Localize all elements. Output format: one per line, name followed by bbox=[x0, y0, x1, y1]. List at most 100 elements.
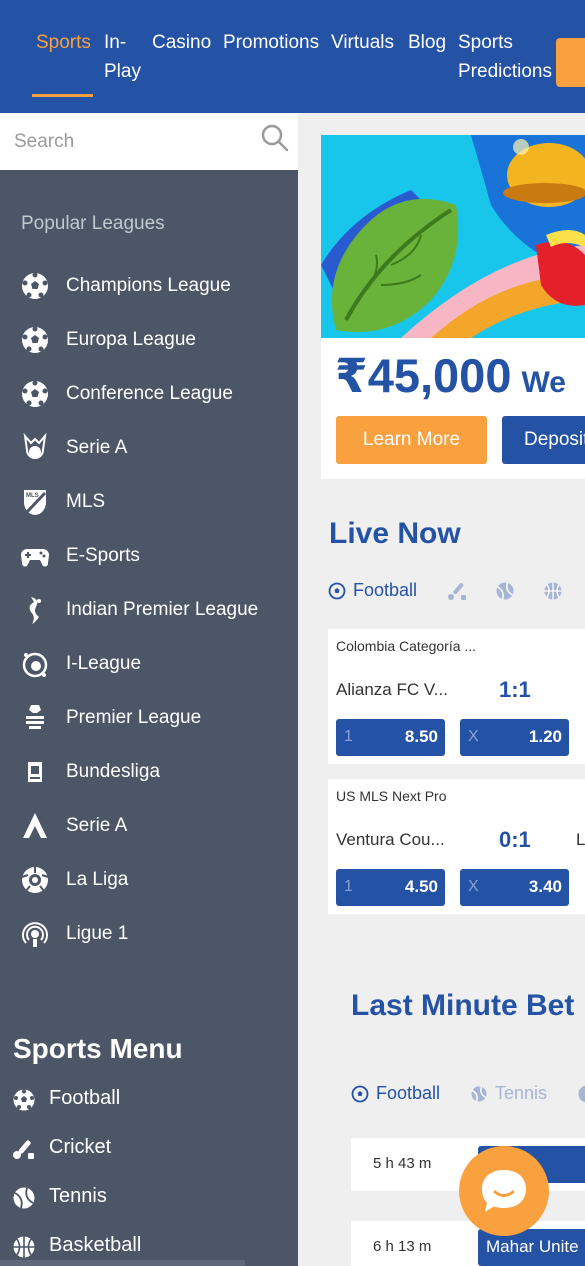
learn-more-button[interactable]: Learn More bbox=[336, 416, 487, 464]
sidebar-item-label: E-Sports bbox=[66, 545, 140, 566]
sports-menu-label: Cricket bbox=[49, 1136, 112, 1158]
sports-menu-item-tennis[interactable]: Tennis bbox=[0, 1178, 298, 1218]
live-match-card[interactable]: Colombia Categoría ... Alianza FC V... 1… bbox=[328, 629, 585, 764]
odd-button-home[interactable]: 1 4.50 bbox=[336, 869, 445, 906]
match-score: 1:1 bbox=[499, 677, 531, 702]
nav-sports[interactable]: Sports bbox=[36, 28, 91, 58]
sidebar-item-label: Europa League bbox=[66, 329, 196, 350]
basketball-icon bbox=[13, 1236, 35, 1258]
nav-in-play[interactable]: In- bbox=[104, 28, 126, 58]
i-league-logo-icon bbox=[22, 652, 48, 678]
sidebar-item-europa-league[interactable]: Europa League bbox=[0, 318, 298, 362]
live-now-title: Live Now bbox=[329, 517, 461, 550]
tennis-icon bbox=[13, 1187, 35, 1209]
serie-a-logo-icon bbox=[23, 433, 47, 459]
nav-in-play-line2[interactable]: Play bbox=[104, 57, 141, 87]
gamepad-icon bbox=[21, 549, 49, 567]
sidebar-item-conference-league[interactable]: Conference League bbox=[0, 372, 298, 416]
soccer-ball-icon bbox=[22, 380, 48, 407]
nav-sports-predictions-line2[interactable]: Predictions bbox=[458, 57, 552, 87]
sidebar-item-indian-premier-league[interactable]: Indian Premier League bbox=[0, 588, 298, 632]
sidebar-item-la-liga[interactable]: La Liga bbox=[0, 858, 298, 902]
promo-amount: ₹45,000 We bbox=[335, 348, 566, 404]
football-icon bbox=[13, 1089, 35, 1111]
account-button[interactable] bbox=[556, 38, 585, 87]
soccer-ball-icon bbox=[22, 326, 48, 353]
tennis-icon bbox=[471, 1085, 487, 1102]
sidebar-item-bundesliga[interactable]: Bundesliga bbox=[0, 750, 298, 794]
premier-league-logo-icon bbox=[26, 705, 44, 729]
promo-card: ₹45,000 We Learn More Deposit bbox=[321, 135, 585, 479]
search-input[interactable] bbox=[14, 127, 254, 157]
tab-football[interactable]: Football bbox=[328, 580, 417, 601]
odd-key: X bbox=[468, 728, 479, 745]
match-team: Alianza FC V... bbox=[336, 680, 448, 699]
match-team-away: L bbox=[576, 830, 585, 849]
match-league: US MLS Next Pro bbox=[336, 788, 447, 804]
top-navigation-bar: Sports In- Play Casino Promotions Virtua… bbox=[0, 0, 585, 113]
sports-menu-heading: Sports Menu bbox=[13, 1033, 183, 1064]
promo-banner-image bbox=[321, 135, 585, 338]
sidebar-item-label: Ligue 1 bbox=[66, 923, 129, 944]
tab-label: Tennis bbox=[495, 1083, 548, 1103]
sidebar-item-serie-a[interactable]: Serie A bbox=[0, 426, 298, 470]
sports-menu-item-cricket[interactable]: Cricket bbox=[0, 1129, 298, 1169]
football-icon bbox=[351, 1085, 369, 1102]
odd-button-draw[interactable]: X 1.20 bbox=[460, 719, 569, 756]
sidebar-scrollbar[interactable] bbox=[0, 1260, 245, 1266]
tab-tennis[interactable]: Tennis bbox=[470, 1083, 547, 1104]
sidebar-item-label: I-League bbox=[66, 653, 142, 674]
basketball-icon[interactable] bbox=[577, 1084, 585, 1104]
sidebar-item-label: Champions League bbox=[66, 275, 231, 296]
tab-label: Football bbox=[353, 580, 418, 600]
football-icon bbox=[328, 582, 346, 599]
match-team: Ventura Cou... bbox=[336, 830, 445, 849]
ligue-1-logo-icon bbox=[22, 922, 48, 947]
basketball-icon[interactable] bbox=[543, 581, 563, 601]
sports-menu-label: Football bbox=[49, 1087, 121, 1109]
sidebar-item-e-sports[interactable]: E-Sports bbox=[0, 534, 298, 578]
match-score: 0:1 bbox=[499, 827, 531, 852]
bundesliga-logo-icon bbox=[28, 762, 42, 782]
search-icon[interactable] bbox=[261, 124, 289, 152]
nav-casino[interactable]: Casino bbox=[152, 28, 211, 58]
cricket-icon bbox=[13, 1140, 34, 1159]
sidebar-item-ligue-1[interactable]: Ligue 1 bbox=[0, 912, 298, 956]
odd-value: 8.50 bbox=[404, 727, 438, 746]
odd-button-draw[interactable]: X 3.40 bbox=[460, 869, 569, 906]
sidebar-item-label: Serie A bbox=[66, 437, 128, 458]
sports-menu-item-football[interactable]: Football bbox=[0, 1080, 298, 1120]
match-league: Colombia Categoría ... bbox=[336, 638, 477, 654]
deposit-button[interactable]: Deposit bbox=[502, 416, 585, 464]
tennis-icon[interactable] bbox=[495, 581, 515, 601]
ipl-logo-icon bbox=[29, 597, 41, 624]
svg-text:MLS: MLS bbox=[26, 493, 39, 499]
sports-menu-label: Tennis bbox=[49, 1185, 107, 1207]
cricket-icon[interactable] bbox=[447, 581, 467, 601]
sidebar-item-label: Premier League bbox=[66, 707, 202, 728]
sidebar-item-serie-a-2[interactable]: Serie A bbox=[0, 804, 298, 848]
live-chat-button[interactable] bbox=[459, 1146, 549, 1236]
sidebar-item-champions-league[interactable]: Champions League bbox=[0, 264, 298, 308]
sidebar-item-mls[interactable]: MLS MLS bbox=[0, 480, 298, 524]
sidebar-item-premier-league[interactable]: Premier League bbox=[0, 696, 298, 740]
sidebar-item-label: La Liga bbox=[66, 869, 129, 890]
start-countdown: 5 h 43 m bbox=[373, 1155, 432, 1172]
last-minute-bet-title: Last Minute Bet bbox=[351, 989, 575, 1022]
tab-football[interactable]: Football bbox=[351, 1083, 440, 1104]
odd-key: 1 bbox=[344, 878, 353, 895]
chat-bubble-icon bbox=[482, 1170, 526, 1212]
nav-sports-predictions[interactable]: Sports bbox=[458, 28, 513, 58]
odd-value: 3.40 bbox=[528, 877, 562, 896]
nav-virtuals[interactable]: Virtuals bbox=[331, 28, 394, 58]
sports-menu-label: Basketball bbox=[49, 1234, 142, 1256]
serie-a-alt-logo-icon bbox=[23, 813, 47, 838]
nav-promotions[interactable]: Promotions bbox=[223, 28, 319, 58]
sidebar-item-i-league[interactable]: I-League bbox=[0, 642, 298, 686]
promo-amount-value: ₹45,000 bbox=[335, 349, 512, 402]
last-minute-row[interactable]: 6 h 13 m Mahar Unite bbox=[351, 1221, 585, 1266]
odd-button-home[interactable]: 1 8.50 bbox=[336, 719, 445, 756]
nav-blog[interactable]: Blog bbox=[408, 28, 446, 58]
odd-value: 1.20 bbox=[528, 727, 562, 746]
live-match-card[interactable]: US MLS Next Pro Ventura Cou... L 0:1 1 4… bbox=[328, 779, 585, 914]
